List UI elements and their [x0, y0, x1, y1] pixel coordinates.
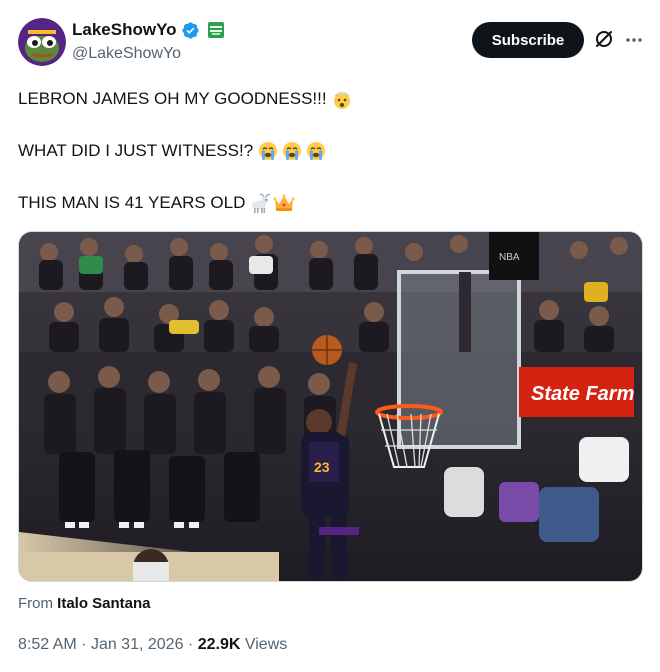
verified-badge-icon[interactable]	[181, 21, 200, 40]
scoreboard-text: NBA	[499, 252, 520, 263]
subscribe-button[interactable]: Subscribe	[472, 22, 584, 58]
green-affiliate-badge-icon[interactable]	[207, 22, 224, 38]
tweet-line-1-text: LEBRON JAMES OH MY GOODNESS!!!	[18, 89, 327, 108]
tweet-time[interactable]: 8:52 AM	[18, 636, 77, 653]
avatar[interactable]	[18, 18, 66, 66]
views-count: 22.9K	[197, 636, 241, 653]
tweet-line-2-text: WHAT DID I JUST WITNESS!?	[18, 141, 254, 160]
tweet-line-2: WHAT DID I JUST WITNESS!?	[18, 140, 353, 162]
meta-separator: ·	[81, 636, 87, 653]
attribution-name[interactable]: Italo Santana	[57, 595, 150, 612]
tweet-line-1: LEBRON JAMES OH MY GOODNESS!!!	[18, 88, 353, 110]
loudly-crying-icon	[305, 140, 327, 162]
tweet-media[interactable]: NBA State Farm 23	[18, 231, 643, 582]
more-options-icon[interactable]	[624, 30, 644, 50]
tweet-text: LEBRON JAMES OH MY GOODNESS!!! WHAT DID …	[18, 88, 353, 214]
tweet-date[interactable]: Jan 31, 2026	[91, 636, 184, 653]
grok-icon[interactable]	[594, 29, 614, 49]
loudly-crying-icon	[257, 140, 279, 162]
author-name-row: LakeShowYo	[72, 20, 224, 40]
state-farm-sign-text: State Farm	[531, 383, 634, 405]
pepe-lakers-avatar-icon	[18, 18, 66, 66]
goat-icon	[249, 192, 271, 214]
tweet-meta: 8:52 AM · Jan 31, 2026 · 22.9K Views	[18, 636, 287, 654]
loudly-crying-icon	[281, 140, 303, 162]
attribution-prefix: From	[18, 595, 53, 612]
tweet-line-3-text: THIS MAN IS 41 YEARS OLD	[18, 193, 246, 212]
svg-text:23: 23	[314, 459, 330, 475]
exploding-head-icon	[331, 88, 353, 110]
display-name[interactable]: LakeShowYo	[72, 20, 177, 40]
tweet-card: LakeShowYo @LakeShowYo Subscribe LEBRON …	[0, 0, 660, 672]
crown-icon	[273, 192, 295, 214]
views-label: Views	[244, 636, 288, 653]
basketball-dunk-image: NBA State Farm 23	[19, 232, 642, 581]
meta-separator: ·	[187, 636, 194, 653]
author-handle[interactable]: @LakeShowYo	[72, 45, 181, 63]
tweet-line-3: THIS MAN IS 41 YEARS OLD	[18, 192, 353, 214]
media-attribution: From Italo Santana	[18, 595, 151, 612]
